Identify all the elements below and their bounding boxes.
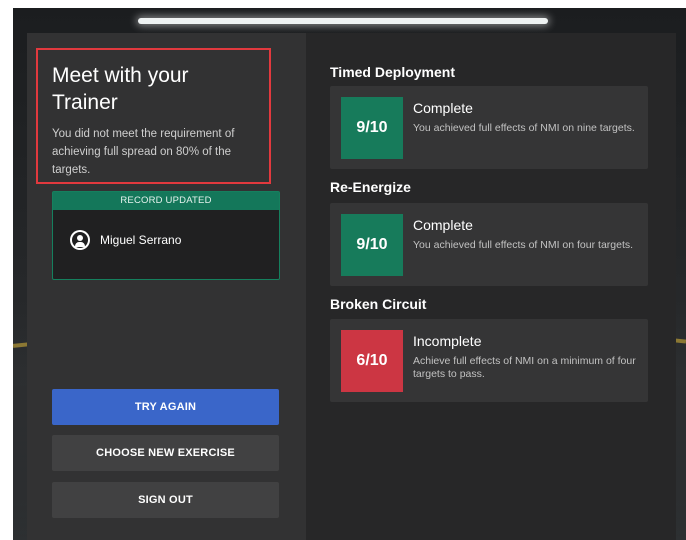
result-card-timed-deployment: 9/10 Complete You achieved full effects …: [330, 86, 648, 169]
result-status: Complete: [413, 100, 473, 116]
record-card: RECORD UPDATED Miguel Serrano: [52, 191, 280, 280]
record-user: Miguel Serrano: [53, 210, 279, 250]
choose-new-exercise-button[interactable]: CHOOSE NEW EXERCISE: [52, 435, 279, 471]
trainer-message-box: Meet with your Trainer You did not meet …: [36, 48, 271, 184]
score-badge: 6/10: [341, 330, 403, 392]
try-again-button[interactable]: TRY AGAIN: [52, 389, 279, 425]
user-circle-icon: [70, 230, 90, 250]
result-card-broken-circuit: 6/10 Incomplete Achieve full effects of …: [330, 319, 648, 402]
trainer-message: You did not meet the requirement of achi…: [52, 128, 235, 176]
user-name: Miguel Serrano: [100, 233, 182, 247]
record-updated-banner: RECORD UPDATED: [53, 192, 279, 210]
page-title: Meet with your Trainer: [52, 64, 189, 114]
results-panel: Meet with your Trainer You did not meet …: [27, 33, 676, 540]
score-badge: 9/10: [341, 97, 403, 159]
section-title-broken-circuit: Broken Circuit: [330, 296, 427, 312]
result-description: Achieve full effects of NMI on a minimum…: [413, 355, 636, 380]
score-badge: 9/10: [341, 214, 403, 276]
result-description: You achieved full effects of NMI on four…: [413, 239, 634, 251]
result-description: You achieved full effects of NMI on nine…: [413, 122, 635, 134]
left-column: Meet with your Trainer You did not meet …: [27, 33, 306, 540]
result-status: Complete: [413, 217, 473, 233]
ceiling-light: [138, 18, 548, 24]
section-title-re-energize: Re-Energize: [330, 179, 411, 195]
right-column: Timed Deployment 9/10 Complete You achie…: [306, 33, 676, 540]
section-title-timed-deployment: Timed Deployment: [330, 64, 455, 80]
result-status: Incomplete: [413, 333, 482, 349]
result-card-re-energize: 9/10 Complete You achieved full effects …: [330, 203, 648, 286]
sign-out-button[interactable]: SIGN OUT: [52, 482, 279, 518]
